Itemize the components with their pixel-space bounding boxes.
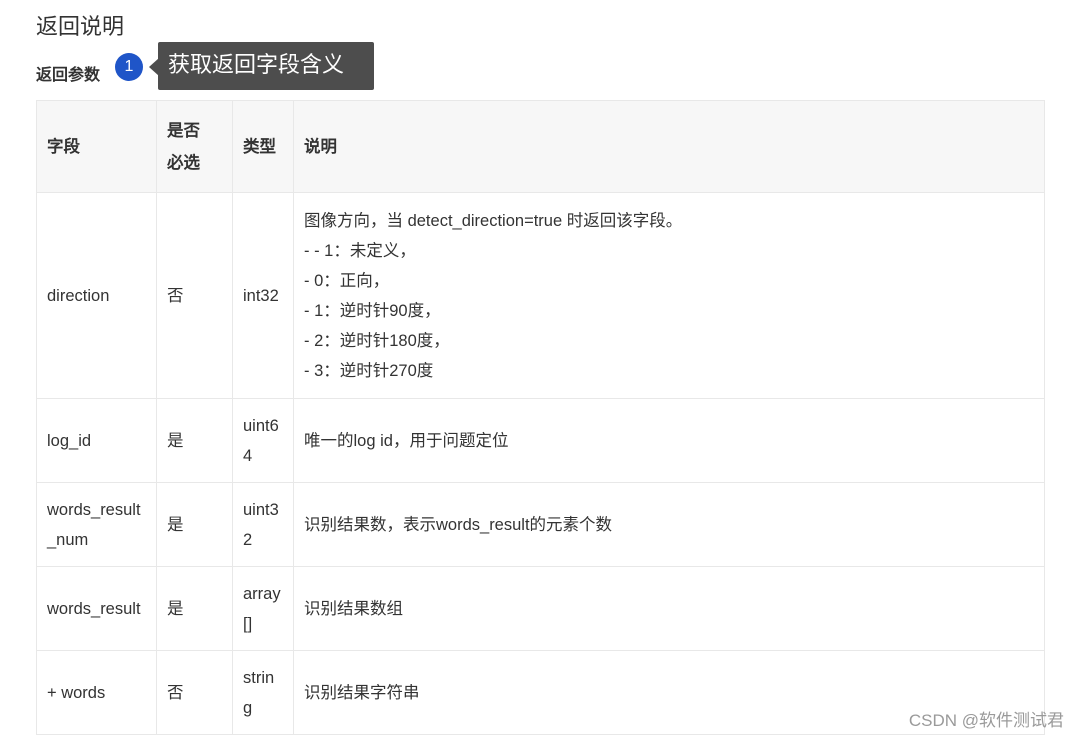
cell-desc: 图像方向，当 detect_direction=true 时返回该字段。 - -…: [293, 192, 1045, 399]
csdn-watermark: CSDN @软件测试君: [908, 711, 1064, 730]
cell-field: log_id: [36, 398, 157, 483]
cell-required: 否: [156, 192, 233, 399]
column-header-field: 字段: [36, 100, 157, 193]
cell-desc: 唯一的log id，用于问题定位: [293, 398, 1045, 483]
section-title: 返回说明: [36, 15, 125, 40]
column-header-required-line2: 必选: [167, 152, 200, 172]
desc-line: - - 1：未定义，: [304, 241, 416, 260]
table-row: words_result_num 是 uint32 识别结果数，表示words_…: [36, 482, 1045, 567]
cell-type: int32: [232, 192, 294, 399]
table-row: + words 否 string 识别结果字符串: [36, 650, 1045, 735]
cell-type: string: [232, 650, 294, 735]
desc-line: - 1：逆时针90度，: [304, 301, 441, 320]
table-header-row: 字段 是否 必选 类型 说明: [36, 100, 1045, 193]
cell-required: 否: [156, 650, 233, 735]
cell-required: 是: [156, 398, 233, 483]
desc-line: - 3：逆时针270度: [304, 361, 434, 380]
column-header-desc: 说明: [293, 100, 1045, 193]
return-params-table: 字段 是否 必选 类型 说明 direction 否 int32 图像方向，当 …: [36, 100, 1045, 735]
cell-required: 是: [156, 566, 233, 651]
cell-field: words_result: [36, 566, 157, 651]
table-row: log_id 是 uint64 唯一的log id，用于问题定位: [36, 398, 1045, 483]
cell-field: + words: [36, 650, 157, 735]
desc-line: 图像方向，当 detect_direction=true 时返回该字段。: [304, 211, 683, 230]
table-row: direction 否 int32 图像方向，当 detect_directio…: [36, 192, 1045, 399]
column-header-required: 是否 必选: [156, 100, 233, 193]
column-header-required-line1: 是否: [167, 120, 200, 140]
table-row: words_result 是 array[] 识别结果数组: [36, 566, 1045, 651]
column-header-type: 类型: [232, 100, 294, 193]
desc-line: - 0：正向，: [304, 271, 390, 290]
cell-field: words_result_num: [36, 482, 157, 567]
sub-title: 返回参数: [36, 65, 101, 84]
cell-desc: 识别结果数组: [293, 566, 1045, 651]
cell-field: direction: [36, 192, 157, 399]
cell-type: uint32: [232, 482, 294, 567]
cell-type: array[]: [232, 566, 294, 651]
desc-line: - 2：逆时针180度，: [304, 331, 450, 350]
cell-desc: 识别结果数，表示words_result的元素个数: [293, 482, 1045, 567]
annotation-tooltip: 获取返回字段含义: [158, 42, 374, 90]
cell-required: 是: [156, 482, 233, 567]
step-number-badge: 1: [115, 53, 143, 81]
cell-type: uint64: [232, 398, 294, 483]
